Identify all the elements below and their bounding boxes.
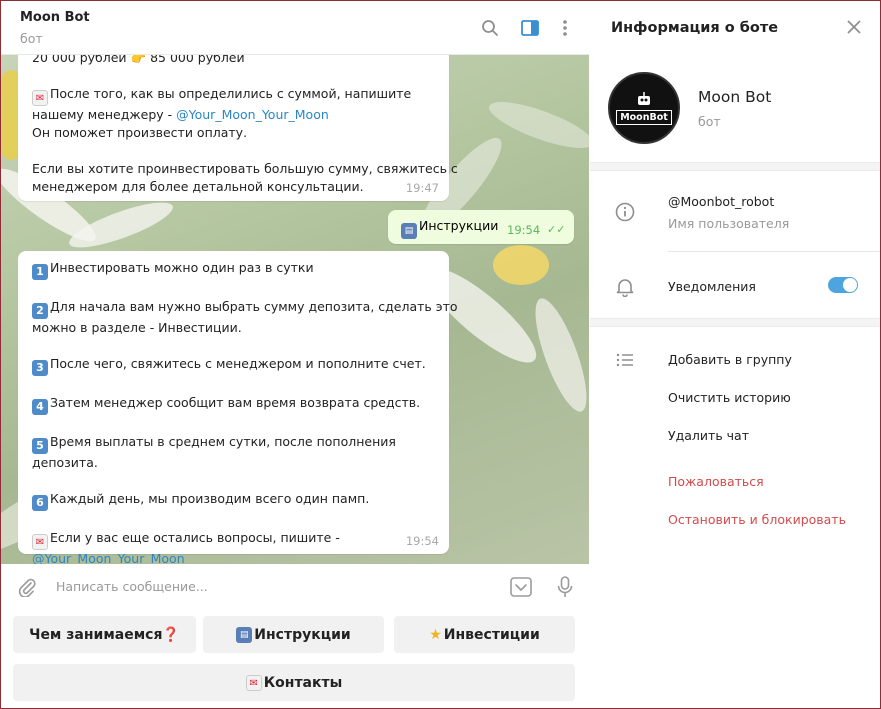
clear-history-button[interactable]: Очистить историю [668,390,791,405]
stop-block-button[interactable]: Остановить и блокировать [668,512,846,527]
keycap-6-icon: 6 [32,495,48,511]
avatar[interactable]: MoonBot [608,72,680,144]
notifications-label: Уведомления [668,279,756,294]
row-divider [668,251,880,252]
book-emoji-icon: ▤ [401,223,417,239]
robot-icon [638,91,650,105]
delete-chat-button[interactable]: Удалить чат [668,428,749,443]
message-line: @Your_Moon_Your_Moon [32,550,435,564]
manager-link[interactable]: @Your_Moon_Your_Moon [32,551,185,564]
message-line: ✉ Если у вас еще остались вопросы, пишите… [32,529,435,550]
bot-username[interactable]: @Moonbot_robot [668,194,774,209]
sidebar-toggle-icon[interactable] [520,18,540,38]
chat-title[interactable]: Moon Bot [20,10,90,25]
message-time: 19:47 [405,181,439,195]
toggle-knob [843,278,857,292]
keyboard-button-instructions[interactable]: ▤ Инструкции [203,616,384,653]
keyboard-button-contacts[interactable]: ✉ Контакты [13,664,575,701]
keyboard-button-about[interactable]: Чем занимаемся❓ [13,616,196,653]
section-divider [590,318,880,327]
keycap-5-icon: 5 [32,438,48,454]
microphone-icon[interactable] [555,575,575,599]
avatar-logo-text: MoonBot [616,109,672,125]
message-line: 5 Время выплаты в среднем сутки, после по… [32,433,435,454]
app-window: Moon Bot бот 20 000 рублей 👉 85 000 рубл… [0,0,881,709]
book-emoji-icon: ▤ [236,626,253,643]
keycap-1-icon: 1 [32,264,48,280]
notifications-toggle[interactable] [828,277,858,293]
message-line: Он поможет произвести оплату. [32,125,248,140]
message-bubble: 20 000 рублей 👉 85 000 рублей ✉ После тог… [18,55,458,201]
report-button[interactable]: Пожаловаться [668,474,764,489]
message-line: ✉ После того, как вы определились с суммо… [32,85,435,106]
message-line: 3 После чего, свяжитесь с менеджером и по… [32,355,435,376]
bot-info-panel: Информация о боте MoonBot Moon Bot бот @… [590,1,880,708]
mail-emoji-icon: ✉ [32,90,48,106]
keycap-3-icon: 3 [32,360,48,376]
keycap-2-icon: 2 [32,303,48,319]
list-icon [614,351,636,369]
message-time: 19:54 [507,223,541,237]
chat-panel: Moon Bot бот 20 000 рублей 👉 85 000 рубл… [1,1,589,708]
message-time: 19:54 [405,534,439,548]
outgoing-message: ▤ Инструкции 19:54 ✓✓ [388,210,574,244]
message-line: можно в разделе - Инвестиции. [32,320,242,335]
search-icon[interactable] [480,18,500,38]
more-icon[interactable] [555,18,575,38]
info-icon [614,201,636,223]
chat-wallpaper: 20 000 рублей 👉 85 000 рублей ✉ После тог… [1,55,589,564]
message-line: 20 000 рублей 👉 85 000 рублей [32,55,245,65]
outgoing-text: ▤ Инструкции [401,218,498,239]
mail-emoji-icon: ✉ [32,534,48,550]
section-divider [590,162,880,171]
read-ticks-icon: ✓✓ [547,223,566,236]
chat-status: бот [20,31,43,46]
message-line: 6 Каждый день, мы производим всего один п… [32,490,435,511]
mail-emoji-icon: ✉ [245,674,262,691]
message-line: нашему менеджеру - @Your_Moon_Your_Moon [32,107,329,122]
attach-icon[interactable] [16,576,38,598]
bell-icon [614,276,636,298]
bot-keyboard: Чем занимаемся❓ ▤ Инструкции ★ Инвестиции … [1,610,589,708]
bot-name: Moon Bot [698,88,772,106]
add-to-group-button[interactable]: Добавить в группу [668,352,792,367]
info-panel-title: Информация о боте [611,20,779,36]
message-input[interactable]: Написать сообщение... [56,579,208,594]
manager-link[interactable]: @Your_Moon_Your_Moon [176,107,329,122]
chat-header: Moon Bot бот [1,1,589,55]
message-line: 1 Инвестировать можно один раз в сутки [32,259,435,280]
message-line: депозита. [32,455,98,470]
bot-type: бот [698,114,721,129]
message-line: Если вы хотите проинвестировать большую … [32,161,458,176]
star-emoji-icon: ★ [429,626,442,643]
keyboard-button-investments[interactable]: ★ Инвестиции [394,616,575,653]
bot-keyboard-icon[interactable] [510,576,532,598]
keycap-4-icon: 4 [32,399,48,415]
message-line: менеджером для более детальной консульта… [32,179,364,194]
message-line: 4 Затем менеджер сообщит вам время возвра… [32,394,435,415]
close-icon[interactable] [846,19,864,37]
message-composer: Написать сообщение... [1,564,589,610]
message-bubble: 1 Инвестировать можно один раз в сутки 2Д… [18,251,458,564]
username-label: Имя пользователя [668,216,790,231]
message-line: 2 Для начала вам нужно выбрать сумму депо… [32,298,458,319]
